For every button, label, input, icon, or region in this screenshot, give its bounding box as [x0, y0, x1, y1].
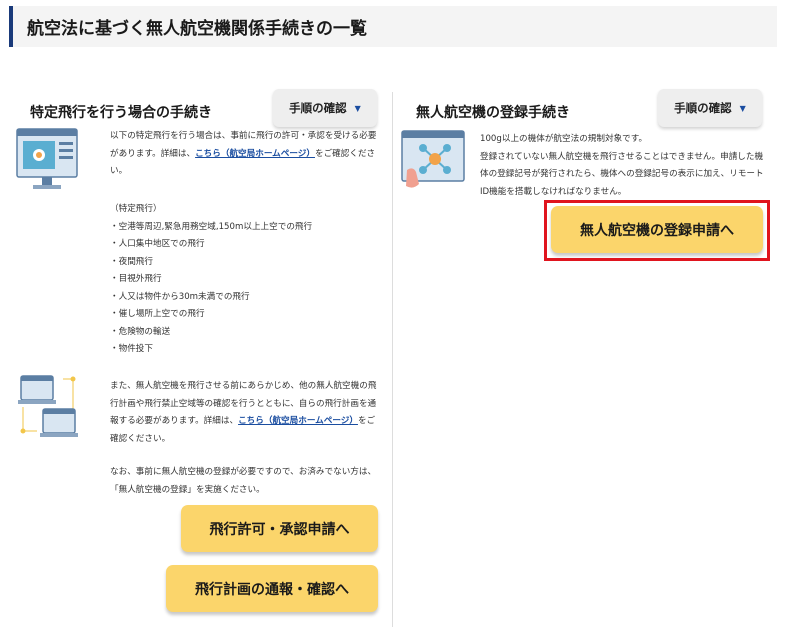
list-item: ・空港等周辺,緊急用務空域,150m以上上空での飛行 — [110, 221, 313, 232]
column-divider — [392, 92, 393, 627]
list-heading: （特定飛行） — [110, 204, 162, 214]
list-item: ・危険物の輸送 — [110, 326, 171, 337]
registration-requirement-text: 登録されていない無人航空機を飛行させることはできません。申請した機体の登録記号が… — [480, 151, 764, 197]
flight-plan-description: また、無人航空機を飛行させる前にあらかじめ、他の無人航空機の飛行計画や飛行禁止空… — [110, 378, 382, 448]
highlight-frame — [544, 200, 770, 261]
list-item: ・人又は物件から30m未満での飛行 — [110, 291, 250, 302]
flight-plan-report-button[interactable]: 飛行計画の通報・確認へ — [166, 565, 378, 612]
drone-registration-icon — [401, 130, 465, 188]
aviation-bureau-link-2[interactable]: こちら（航空局ホームページ） — [238, 416, 358, 426]
registration-note: なお、事前に無人航空機の登録が必要ですので、お済みでない方は、「無人航空機の登録… — [110, 467, 377, 495]
registration-target-text: 100g以上の機体が航空法の規制対象です。 — [480, 134, 648, 144]
network-computers-icon — [18, 375, 78, 437]
section-title-registration: 無人航空機の登録手続き — [416, 105, 570, 121]
specific-flight-list: （特定飛行） ・空港等周辺,緊急用務空域,150m以上上空での飛行 ・人口集中地… — [110, 201, 390, 359]
section-title-specific-flight: 特定飛行を行う場合の手続き — [30, 105, 212, 121]
steps-button-left[interactable]: 手順の確認 ▼ — [273, 89, 377, 127]
computer-monitor-icon — [16, 128, 78, 189]
steps-button-label: 手順の確認 — [289, 101, 347, 115]
registration-description: 100g以上の機体が航空法の規制対象です。 登録されていない無人航空機を飛行させ… — [480, 131, 765, 201]
caret-down-icon: ▼ — [354, 103, 361, 113]
list-item: ・夜間飛行 — [110, 256, 153, 267]
aviation-bureau-link-1[interactable]: こちら（航空局ホームページ） — [195, 149, 315, 159]
page-title: 航空法に基づく無人航空機関係手続きの一覧 — [9, 6, 777, 47]
steps-button-right[interactable]: 手順の確認 ▼ — [658, 89, 762, 127]
caret-down-icon: ▼ — [739, 103, 746, 113]
steps-button-label: 手順の確認 — [674, 101, 732, 115]
list-item: ・催し場所上空での飛行 — [110, 309, 205, 319]
list-item: ・目視外飛行 — [110, 274, 162, 284]
flight-permission-application-button[interactable]: 飛行許可・承認申請へ — [181, 505, 378, 552]
list-item: ・人口集中地区での飛行 — [110, 239, 205, 249]
list-item: ・物件投下 — [110, 344, 153, 354]
specific-flight-description: 以下の特定飛行を行う場合は、事前に飛行の許可・承認を受ける必要があります。詳細は… — [110, 128, 382, 181]
